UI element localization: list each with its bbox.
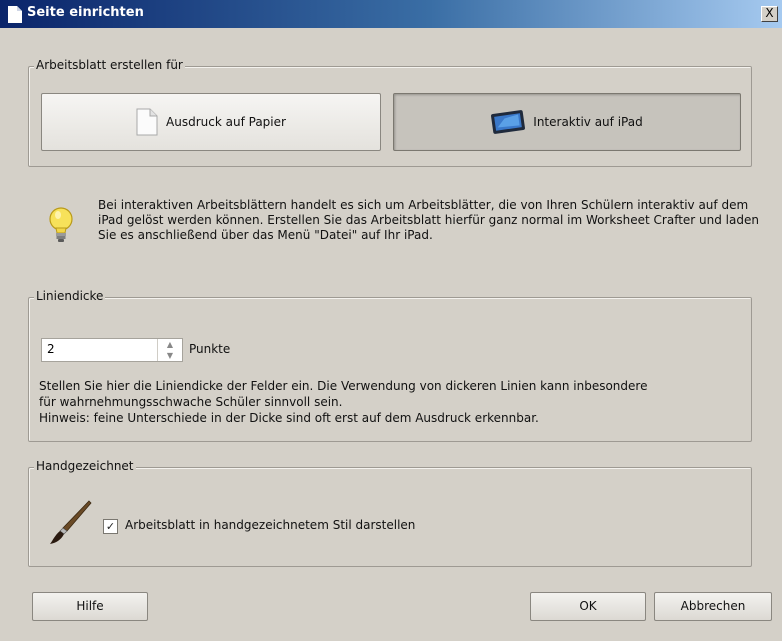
handdrawn-checkbox-label[interactable]: Arbeitsblatt in handgezeichnetem Stil da… [125, 518, 415, 532]
spin-up-button[interactable]: ▲ [158, 339, 182, 350]
help-button[interactable]: Hilfe [32, 592, 148, 621]
help-line-3: Hinweis: feine Unterschiede in der Dicke… [39, 411, 539, 425]
mode-ipad-label: Interaktiv auf iPad [533, 115, 643, 129]
mode-group-label: Arbeitsblatt erstellen für [34, 58, 185, 72]
close-button[interactable]: X [761, 6, 778, 22]
page-setup-dialog: Seite einrichten X Arbeitsblatt erstelle… [0, 0, 782, 641]
document-icon [8, 6, 22, 23]
help-line-2: für wahrnehmungsschwache Schüler sinnvol… [39, 395, 343, 409]
mode-paper-label: Ausdruck auf Papier [166, 115, 286, 129]
ipad-info-text: Bei interaktiven Arbeitsblättern handelt… [98, 198, 759, 242]
handdrawn-group: Handgezeichnet ✓ Arbeitsblatt in handgez… [28, 459, 752, 567]
line-thickness-help: Stellen Sie hier die Liniendicke der Fel… [39, 378, 759, 426]
lightbulb-icon [49, 207, 73, 242]
line-thickness-group: Liniendicke ▲ ▼ Punkte Stellen Sie hier … [28, 289, 752, 442]
brush-icon [50, 500, 92, 544]
help-line-1: Stellen Sie hier die Liniendicke der Fel… [39, 379, 648, 393]
line-thickness-spinbox[interactable]: ▲ ▼ [41, 338, 183, 362]
spin-buttons: ▲ ▼ [157, 339, 182, 361]
document-icon [136, 108, 158, 136]
spin-down-button[interactable]: ▼ [158, 350, 182, 361]
line-thickness-label: Liniendicke [34, 289, 106, 303]
tablet-icon [491, 110, 526, 134]
cancel-button[interactable]: Abbrechen [654, 592, 772, 621]
mode-ipad-button[interactable]: Interaktiv auf iPad [393, 93, 741, 151]
title-bar[interactable]: Seite einrichten X [0, 0, 782, 28]
line-thickness-input[interactable] [42, 339, 162, 359]
unit-label: Punkte [189, 342, 231, 356]
dialog-title: Seite einrichten [27, 5, 144, 20]
handdrawn-label: Handgezeichnet [34, 459, 136, 473]
mode-paper-button[interactable]: Ausdruck auf Papier [41, 93, 381, 151]
handdrawn-checkbox[interactable]: ✓ [103, 519, 118, 534]
ok-button[interactable]: OK [530, 592, 646, 621]
mode-group: Arbeitsblatt erstellen für Ausdruck auf … [28, 58, 752, 167]
